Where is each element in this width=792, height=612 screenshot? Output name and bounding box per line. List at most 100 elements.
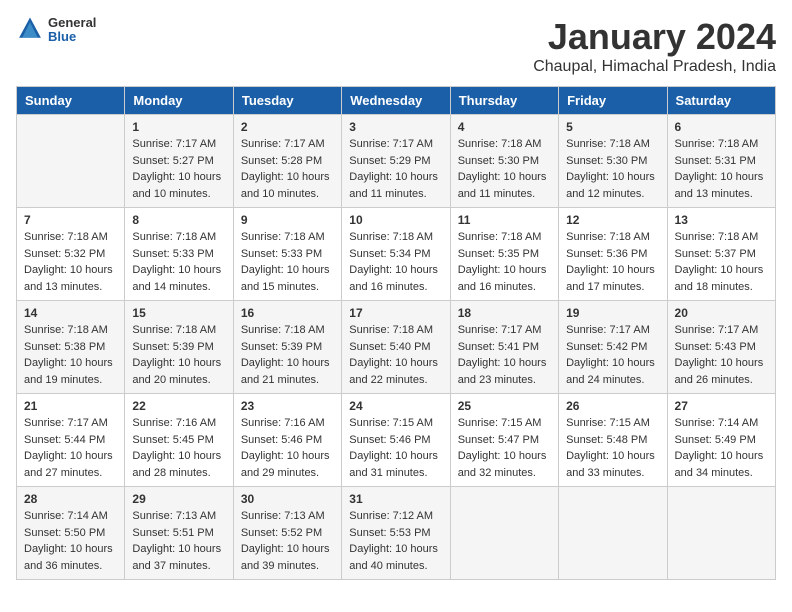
day-cell: 21 Sunrise: 7:17 AM Sunset: 5:44 PM Dayli…	[17, 394, 125, 487]
day-cell: 31Sunrise: 7:12 AM Sunset: 5:53 PM Dayli…	[342, 487, 450, 580]
day-number: 30	[241, 492, 334, 506]
day-info: Sunrise: 7:18 AM Sunset: 5:35 PM Dayligh…	[458, 229, 551, 295]
day-number: 16	[241, 306, 334, 320]
day-number: 9	[241, 213, 334, 227]
day-info: Sunrise: 7:16 AM Sunset: 5:45 PM Dayligh…	[132, 415, 225, 481]
day-info: Sunrise: 7:12 AM Sunset: 5:53 PM Dayligh…	[349, 508, 442, 574]
week-row-3: 14Sunrise: 7:18 AM Sunset: 5:38 PM Dayli…	[17, 301, 776, 394]
day-number: 12	[566, 213, 659, 227]
day-number: 24	[349, 399, 442, 413]
day-number: 20	[675, 306, 768, 320]
day-info: Sunrise: 7:13 AM Sunset: 5:51 PM Dayligh…	[132, 508, 225, 574]
header-friday: Friday	[559, 87, 667, 115]
day-cell: 24Sunrise: 7:15 AM Sunset: 5:46 PM Dayli…	[342, 394, 450, 487]
day-number: 29	[132, 492, 225, 506]
month-title: January 2024	[533, 16, 776, 58]
day-info: Sunrise: 7:17 AM Sunset: 5:27 PM Dayligh…	[132, 136, 225, 202]
day-cell: 17 Sunrise: 7:18 AM Sunset: 5:40 PM Dayli…	[342, 301, 450, 394]
day-info: Sunrise: 7:18 AM Sunset: 5:34 PM Dayligh…	[349, 229, 442, 295]
calendar-header-row: SundayMondayTuesdayWednesdayThursdayFrid…	[17, 87, 776, 115]
day-number: 27	[675, 399, 768, 413]
day-info: Sunrise: 7:17 AM Sunset: 5:29 PM Dayligh…	[349, 136, 442, 202]
day-cell: 23 Sunrise: 7:16 AM Sunset: 5:46 PM Dayli…	[233, 394, 341, 487]
day-cell: 22 Sunrise: 7:16 AM Sunset: 5:45 PM Dayli…	[125, 394, 233, 487]
day-cell: 3 Sunrise: 7:17 AM Sunset: 5:29 PM Daylig…	[342, 115, 450, 208]
day-cell: 2Sunrise: 7:17 AM Sunset: 5:28 PM Daylig…	[233, 115, 341, 208]
day-cell: 26 Sunrise: 7:15 AM Sunset: 5:48 PM Dayli…	[559, 394, 667, 487]
page-header: General Blue January 2024 Chaupal, Himac…	[16, 16, 776, 76]
header-wednesday: Wednesday	[342, 87, 450, 115]
day-info: Sunrise: 7:15 AM Sunset: 5:48 PM Dayligh…	[566, 415, 659, 481]
day-number: 8	[132, 213, 225, 227]
header-saturday: Saturday	[667, 87, 775, 115]
day-cell: 5 Sunrise: 7:18 AM Sunset: 5:30 PM Daylig…	[559, 115, 667, 208]
day-cell: 29 Sunrise: 7:13 AM Sunset: 5:51 PM Dayli…	[125, 487, 233, 580]
day-info: Sunrise: 7:18 AM Sunset: 5:37 PM Dayligh…	[675, 229, 768, 295]
day-cell: 7 Sunrise: 7:18 AM Sunset: 5:32 PM Daylig…	[17, 208, 125, 301]
day-info: Sunrise: 7:14 AM Sunset: 5:49 PM Dayligh…	[675, 415, 768, 481]
day-number: 5	[566, 120, 659, 134]
day-number: 2	[241, 120, 334, 134]
day-number: 22	[132, 399, 225, 413]
day-info: Sunrise: 7:17 AM Sunset: 5:42 PM Dayligh…	[566, 322, 659, 388]
day-info: Sunrise: 7:18 AM Sunset: 5:33 PM Dayligh…	[241, 229, 334, 295]
day-cell	[450, 487, 558, 580]
day-number: 13	[675, 213, 768, 227]
logo: General Blue	[16, 16, 96, 45]
header-sunday: Sunday	[17, 87, 125, 115]
day-cell: 8 Sunrise: 7:18 AM Sunset: 5:33 PM Daylig…	[125, 208, 233, 301]
day-cell: 10 Sunrise: 7:18 AM Sunset: 5:34 PM Dayli…	[342, 208, 450, 301]
day-cell: 19 Sunrise: 7:17 AM Sunset: 5:42 PM Dayli…	[559, 301, 667, 394]
day-number: 25	[458, 399, 551, 413]
day-info: Sunrise: 7:16 AM Sunset: 5:46 PM Dayligh…	[241, 415, 334, 481]
day-cell: 14Sunrise: 7:18 AM Sunset: 5:38 PM Dayli…	[17, 301, 125, 394]
day-cell: 30Sunrise: 7:13 AM Sunset: 5:52 PM Dayli…	[233, 487, 341, 580]
day-number: 28	[24, 492, 117, 506]
day-info: Sunrise: 7:18 AM Sunset: 5:36 PM Dayligh…	[566, 229, 659, 295]
day-number: 14	[24, 306, 117, 320]
day-info: Sunrise: 7:18 AM Sunset: 5:39 PM Dayligh…	[132, 322, 225, 388]
day-number: 3	[349, 120, 442, 134]
day-cell: 20 Sunrise: 7:17 AM Sunset: 5:43 PM Dayli…	[667, 301, 775, 394]
day-cell: 16Sunrise: 7:18 AM Sunset: 5:39 PM Dayli…	[233, 301, 341, 394]
day-info: Sunrise: 7:18 AM Sunset: 5:33 PM Dayligh…	[132, 229, 225, 295]
day-cell: 13 Sunrise: 7:18 AM Sunset: 5:37 PM Dayli…	[667, 208, 775, 301]
day-number: 15	[132, 306, 225, 320]
week-row-1: 1Sunrise: 7:17 AM Sunset: 5:27 PM Daylig…	[17, 115, 776, 208]
header-thursday: Thursday	[450, 87, 558, 115]
day-info: Sunrise: 7:18 AM Sunset: 5:31 PM Dayligh…	[675, 136, 768, 202]
day-info: Sunrise: 7:15 AM Sunset: 5:47 PM Dayligh…	[458, 415, 551, 481]
day-cell	[17, 115, 125, 208]
logo-blue: Blue	[48, 30, 96, 44]
day-number: 26	[566, 399, 659, 413]
day-number: 17	[349, 306, 442, 320]
week-row-2: 7 Sunrise: 7:18 AM Sunset: 5:32 PM Daylig…	[17, 208, 776, 301]
day-number: 18	[458, 306, 551, 320]
day-number: 11	[458, 213, 551, 227]
day-cell: 28Sunrise: 7:14 AM Sunset: 5:50 PM Dayli…	[17, 487, 125, 580]
day-info: Sunrise: 7:18 AM Sunset: 5:32 PM Dayligh…	[24, 229, 117, 295]
day-number: 23	[241, 399, 334, 413]
day-info: Sunrise: 7:18 AM Sunset: 5:40 PM Dayligh…	[349, 322, 442, 388]
day-cell: 18 Sunrise: 7:17 AM Sunset: 5:41 PM Dayli…	[450, 301, 558, 394]
day-number: 19	[566, 306, 659, 320]
day-number: 6	[675, 120, 768, 134]
location-title: Chaupal, Himachal Pradesh, India	[533, 58, 776, 76]
day-info: Sunrise: 7:18 AM Sunset: 5:30 PM Dayligh…	[566, 136, 659, 202]
week-row-5: 28Sunrise: 7:14 AM Sunset: 5:50 PM Dayli…	[17, 487, 776, 580]
day-cell: 27 Sunrise: 7:14 AM Sunset: 5:49 PM Dayli…	[667, 394, 775, 487]
day-cell: 4Sunrise: 7:18 AM Sunset: 5:30 PM Daylig…	[450, 115, 558, 208]
day-cell	[559, 487, 667, 580]
header-monday: Monday	[125, 87, 233, 115]
day-cell: 11 Sunrise: 7:18 AM Sunset: 5:35 PM Dayli…	[450, 208, 558, 301]
calendar-table: SundayMondayTuesdayWednesdayThursdayFrid…	[16, 86, 776, 580]
day-info: Sunrise: 7:17 AM Sunset: 5:43 PM Dayligh…	[675, 322, 768, 388]
day-info: Sunrise: 7:17 AM Sunset: 5:44 PM Dayligh…	[24, 415, 117, 481]
day-number: 7	[24, 213, 117, 227]
day-cell: 6 Sunrise: 7:18 AM Sunset: 5:31 PM Daylig…	[667, 115, 775, 208]
day-number: 10	[349, 213, 442, 227]
day-info: Sunrise: 7:17 AM Sunset: 5:41 PM Dayligh…	[458, 322, 551, 388]
day-number: 21	[24, 399, 117, 413]
day-cell: 1Sunrise: 7:17 AM Sunset: 5:27 PM Daylig…	[125, 115, 233, 208]
header-tuesday: Tuesday	[233, 87, 341, 115]
